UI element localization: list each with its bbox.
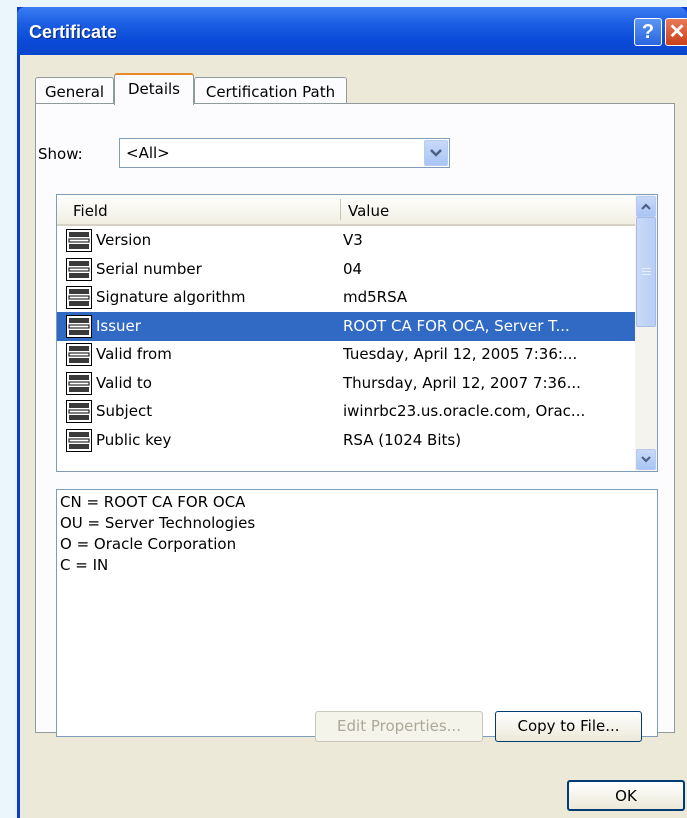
dropdown-arrow-button[interactable]	[424, 140, 448, 166]
ok-button[interactable]: OK	[567, 780, 685, 811]
help-button[interactable]: ?	[634, 18, 662, 46]
tab-certification-path-label: Certification Path	[205, 83, 336, 101]
close-button[interactable]: ✕	[665, 18, 687, 46]
list-header: Field Value	[57, 195, 635, 226]
field-name: Subject	[96, 402, 153, 420]
field-value: Tuesday, April 12, 2005 7:36:...	[343, 345, 578, 363]
scroll-down-button[interactable]	[636, 449, 656, 470]
scroll-up-button[interactable]	[636, 196, 656, 217]
copy-to-file-button[interactable]: Copy to File...	[495, 711, 642, 742]
list-row-signature-algorithm[interactable]: Signature algorithm md5RSA	[57, 283, 635, 312]
field-name: Signature algorithm	[96, 288, 246, 306]
list-row-valid-to[interactable]: Valid to Thursday, April 12, 2007 7:36...	[57, 369, 635, 398]
tab-general-label: General	[44, 83, 105, 101]
field-name: Serial number	[96, 259, 202, 278]
close-icon: ✕	[668, 21, 686, 43]
list-row-public-key[interactable]: Public key RSA (1024 Bits)	[57, 426, 635, 455]
certificate-field-icon	[66, 343, 92, 366]
list-row-version[interactable]: Version V3	[57, 226, 635, 255]
scroll-thumb[interactable]	[636, 217, 656, 327]
field-name: Issuer	[96, 316, 141, 335]
list-row-serial-number[interactable]: Serial number 04	[57, 255, 635, 284]
list-row-subject[interactable]: Subject iwinrbc23.us.oracle.com, Orac...	[57, 397, 635, 426]
scroll-grip-line	[642, 268, 651, 269]
dialog-body: General Details Certification Path Show:…	[20, 55, 687, 818]
chevron-down-icon	[430, 149, 442, 157]
column-header-field[interactable]: Field	[73, 202, 108, 220]
certificate-field-icon	[66, 400, 92, 423]
details-line: CN = ROOT CA FOR OCA	[60, 493, 246, 511]
field-value: ROOT CA FOR OCA, Server T...	[343, 316, 570, 335]
certificate-field-icon	[66, 257, 92, 281]
chevron-up-icon	[641, 203, 651, 210]
details-line: OU = Server Technologies	[60, 514, 256, 532]
tab-general[interactable]: General	[35, 77, 114, 104]
show-dropdown-value: <All>	[126, 144, 170, 162]
list-scrollbar[interactable]	[635, 195, 657, 471]
certificate-field-icon	[66, 371, 92, 395]
edit-properties-button[interactable]: Edit Properties...	[315, 711, 483, 742]
list-row-issuer[interactable]: Issuer ROOT CA FOR OCA, Server T...	[57, 311, 635, 341]
scroll-grip-line	[642, 271, 651, 272]
scroll-grip-line	[642, 274, 651, 275]
certificate-field-icon	[66, 286, 92, 309]
field-value: md5RSA	[343, 288, 408, 306]
details-line: O = Oracle Corporation	[60, 535, 237, 553]
certificate-fields-list[interactable]: Field Value Version V3 Serial number 04 Sign…	[56, 194, 658, 472]
window-title: Certificate	[29, 22, 118, 42]
field-value-details[interactable]: CN = ROOT CA FOR OCA OU = Server Technol…	[56, 489, 658, 737]
field-name: Valid from	[96, 345, 172, 363]
list-row-valid-from[interactable]: Valid from Tuesday, April 12, 2005 7:36:.…	[57, 340, 635, 369]
field-name: Version	[96, 231, 152, 249]
details-line: C = IN	[60, 556, 109, 574]
field-value: Thursday, April 12, 2007 7:36...	[343, 373, 581, 392]
show-label: Show:	[38, 145, 83, 163]
certificate-window: Certificate ? ✕ General Details Certific…	[17, 7, 687, 818]
field-value: iwinrbc23.us.oracle.com, Orac...	[343, 402, 586, 420]
column-header-value[interactable]: Value	[348, 202, 389, 220]
column-divider[interactable]	[340, 199, 341, 220]
tab-details-label: Details	[127, 80, 180, 98]
certificate-field-icon	[66, 229, 92, 252]
field-value: 04	[343, 259, 363, 278]
field-value: RSA (1024 Bits)	[343, 430, 462, 449]
show-dropdown[interactable]: <All>	[119, 138, 450, 168]
certificate-field-icon	[66, 314, 92, 338]
title-bar[interactable]: Certificate ? ✕	[17, 7, 687, 55]
field-name: Valid to	[96, 373, 152, 392]
tab-details[interactable]: Details	[114, 73, 194, 105]
field-value: V3	[343, 231, 363, 249]
field-name: Public key	[96, 430, 172, 449]
tab-certification-path[interactable]: Certification Path	[194, 77, 347, 104]
chevron-down-icon	[641, 456, 651, 463]
certificate-field-icon	[66, 428, 92, 452]
